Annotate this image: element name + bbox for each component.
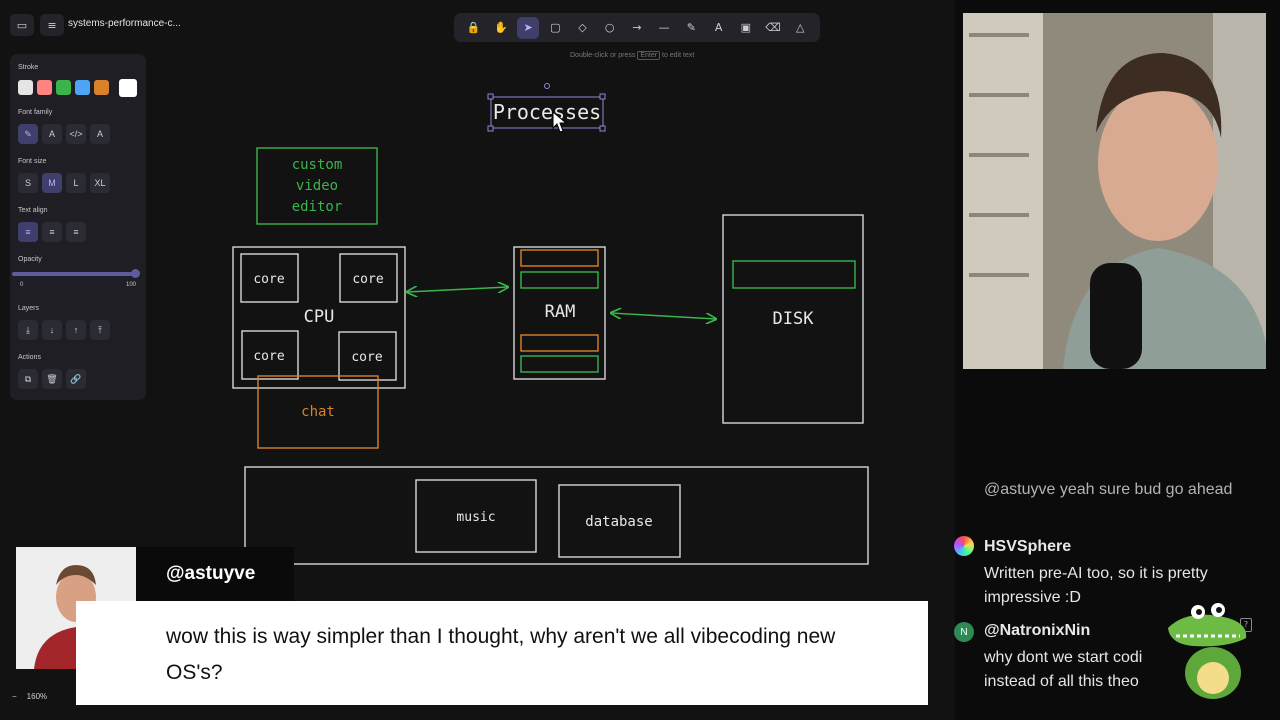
webcam-feed [963,13,1266,369]
music-label: music [456,510,495,525]
cpu-ram-arrow[interactable] [407,287,508,292]
core-label-4: core [351,350,382,365]
custom-video-editor-line-1: custom [292,157,343,173]
ram-block-green-2[interactable] [520,355,599,373]
ram-block-orange-2[interactable] [520,334,599,352]
highlight-message-box: wow this is way simpler than I thought, … [76,601,928,705]
ram-disk-arrow[interactable] [611,313,716,319]
chat-message-faded: @astuyve yeah sure bud go ahead [984,481,1233,498]
webcam-illustration [963,13,1266,369]
chat-message-2: why dont we start codi instead of all th… [984,649,1143,690]
custom-video-editor-line-3: editor [292,199,343,215]
ram-label: RAM [545,302,576,322]
zoom-out-button[interactable]: − [12,692,17,701]
highlight-message: wow this is way simpler than I thought, … [166,625,836,684]
chat-label: chat [301,404,335,420]
user-avatar-hsvsphere [954,536,974,556]
database-label: database [585,514,652,530]
highlight-username-bar: @astuyve [136,547,294,601]
user-avatar-natronix: N [954,622,974,642]
chat-username-1: HSVSphere [984,538,1072,555]
highlight-username: @astuyve [166,563,256,584]
ram-block-orange-1[interactable] [520,249,599,267]
cpu-label: CPU [304,307,335,327]
crocodile-mascot-icon [1168,603,1247,699]
ram-block-green-1[interactable] [520,271,599,289]
bottom-container-box[interactable] [244,466,869,565]
core-label-3: core [253,349,284,364]
core-label-2: core [352,272,383,287]
custom-video-editor-line-2: video [296,178,338,194]
core-label-1: core [253,272,284,287]
processes-label: Processes [493,100,601,124]
zoom-control: − 160% [12,686,72,706]
zoom-level[interactable]: 160% [27,692,47,701]
disk-block-green[interactable] [732,260,856,289]
disk-label: DISK [773,309,815,329]
processes-text-element[interactable]: Processes [487,83,606,132]
chat-username-2: @NatronixNin [984,622,1091,639]
